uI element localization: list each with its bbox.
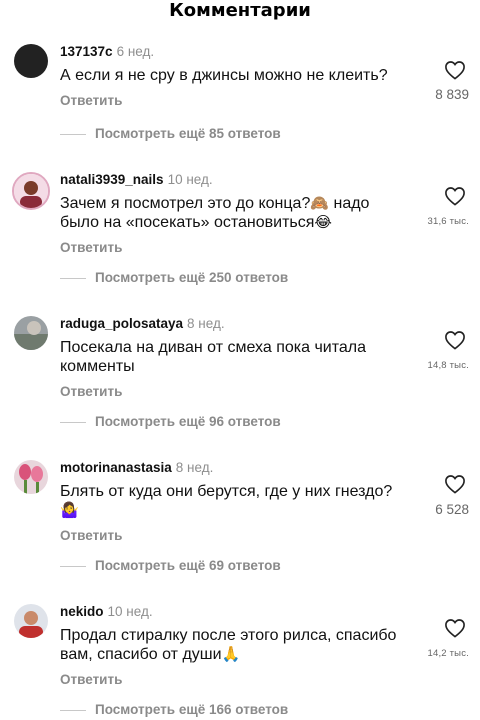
page-title: Комментарии <box>169 0 311 21</box>
reply-button[interactable]: Ответить <box>60 384 410 400</box>
comment-text: Зачем я посмотрел это до конца?🙈 надо бы… <box>60 194 400 232</box>
comment-body: nekido 10 нед. Продал стиралку после этог… <box>60 604 410 688</box>
divider-line <box>60 422 86 423</box>
comment-age: 10 нед. <box>167 172 213 187</box>
like-count: 14,8 тыс. <box>427 360 469 371</box>
divider-line <box>60 278 86 279</box>
avatar-image <box>14 174 48 208</box>
comment-text: Блять от куда они берутся, где у них гне… <box>60 482 410 520</box>
comment-text-part: Блять от куда они берутся, где у них гне… <box>60 483 393 500</box>
avatar-image <box>14 604 48 638</box>
comment-age: 6 нед. <box>116 44 155 59</box>
comment-text: Посекала на диван от смеха пока читала к… <box>60 339 367 375</box>
view-more-label: Посмотреть ещё 96 ответов <box>95 414 281 429</box>
comment-meta: 137137c 6 нед. <box>60 44 410 60</box>
emoji: 🤷‍♀️ <box>60 502 79 519</box>
emoji: 🙏 <box>221 646 241 663</box>
comment-age: 10 нед. <box>107 604 153 619</box>
heart-icon[interactable] <box>444 330 466 350</box>
comment-body: 137137c 6 нед. А если я не сру в джинсы м… <box>60 44 410 109</box>
divider-line <box>60 710 86 711</box>
emoji: 😂 <box>314 214 332 231</box>
username[interactable]: motorinanastasia <box>60 460 172 475</box>
comment-text: Продал стиралку после этого рилса, спаси… <box>60 626 405 664</box>
view-more-label: Посмотреть ещё 69 ответов <box>95 558 281 573</box>
avatar-image <box>14 460 48 494</box>
like-count: 31,6 тыс. <box>427 216 469 227</box>
heart-icon[interactable] <box>444 60 466 80</box>
avatar[interactable] <box>14 316 48 350</box>
emoji: 🙈 <box>310 195 330 212</box>
like-count: 6 528 <box>435 502 469 517</box>
comment-body: natali3939_nails 10 нед. Зачем я посмотре… <box>60 172 410 256</box>
heart-icon[interactable] <box>444 474 466 494</box>
reply-button[interactable]: Ответить <box>60 528 410 544</box>
reply-button[interactable]: Ответить <box>60 93 410 109</box>
comment-meta: motorinanastasia 8 нед. <box>60 460 410 476</box>
reply-button[interactable]: Ответить <box>60 240 410 256</box>
view-more-label: Посмотреть ещё 85 ответов <box>95 126 281 141</box>
avatar[interactable] <box>12 172 50 210</box>
like-count: 8 839 <box>435 87 469 102</box>
comment-meta: natali3939_nails 10 нед. <box>60 172 410 188</box>
comment-age: 8 нед. <box>175 460 214 475</box>
avatar[interactable] <box>14 604 48 638</box>
like-count: 14,2 тыс. <box>427 648 469 659</box>
comment-body: raduga_polosataya 8 нед. Посекала на дива… <box>60 316 410 400</box>
heart-icon[interactable] <box>444 186 466 206</box>
view-more-label: Посмотреть ещё 166 ответов <box>95 702 289 717</box>
reply-button[interactable]: Ответить <box>60 672 410 688</box>
username[interactable]: raduga_polosataya <box>60 316 183 331</box>
comment-text: А если я не сру в джинсы можно не клеить… <box>60 67 388 84</box>
username[interactable]: 137137c <box>60 44 113 59</box>
avatar[interactable] <box>14 44 48 78</box>
comment-meta: raduga_polosataya 8 нед. <box>60 316 410 332</box>
comment-age: 8 нед. <box>187 316 225 331</box>
divider-line <box>60 134 86 135</box>
header: Комментарии <box>0 0 480 28</box>
comment-text-part: Зачем я посмотрел это до конца? <box>60 195 311 212</box>
comment-meta: nekido 10 нед. <box>60 604 410 620</box>
avatar-image <box>14 316 48 350</box>
username[interactable]: natali3939_nails <box>60 172 164 187</box>
heart-icon[interactable] <box>444 618 466 638</box>
username[interactable]: nekido <box>60 604 104 619</box>
comment-body: motorinanastasia 8 нед. Блять от куда они… <box>60 460 410 544</box>
divider-line <box>60 566 86 567</box>
view-more-label: Посмотреть ещё 250 ответов <box>95 270 289 285</box>
avatar[interactable] <box>14 460 48 494</box>
